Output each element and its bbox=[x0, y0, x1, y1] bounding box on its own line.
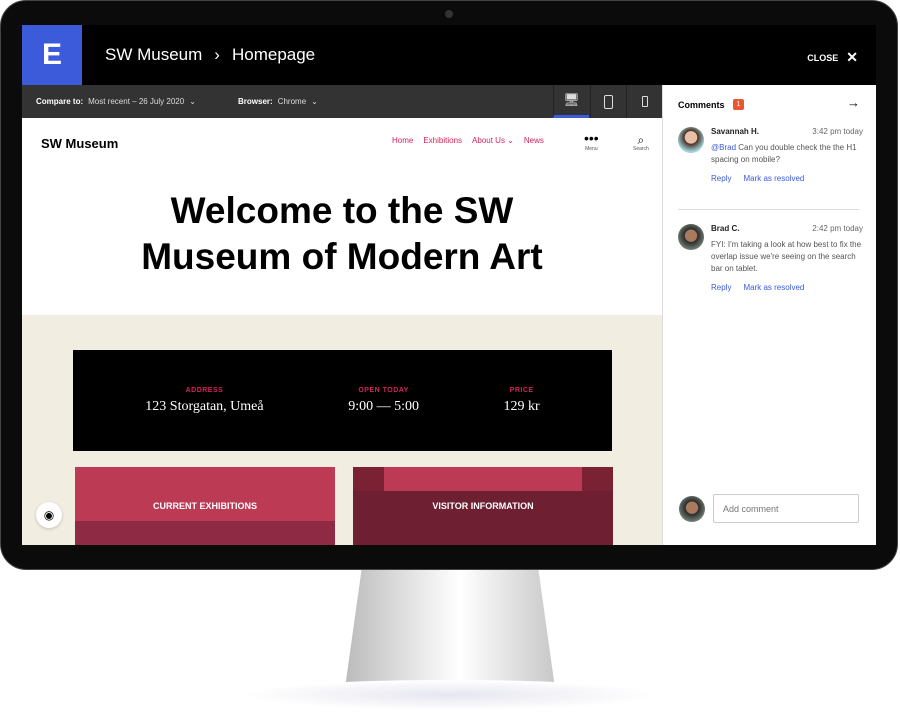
heading-line: Museum of Modern Art bbox=[141, 236, 543, 277]
compare-value: Most recent – 26 July 2020 bbox=[88, 97, 185, 106]
arrow-right-icon[interactable]: → bbox=[847, 95, 860, 110]
breadcrumb: SW Museum › Homepage bbox=[105, 45, 315, 65]
info-value: 129 kr bbox=[503, 398, 540, 414]
info-price: PRICE 129 kr bbox=[504, 387, 540, 415]
site-preview: SW Museum Home Exhibitions About Us ⌄ Ne… bbox=[22, 118, 662, 545]
page-heading: Welcome to the SW Museum of Modern Art bbox=[22, 188, 662, 280]
app-logo[interactable]: E bbox=[22, 25, 82, 85]
browser-dropdown[interactable]: Browser: Chrome ⌄ bbox=[238, 97, 318, 106]
info-value: 123 Storgatan, Umeå bbox=[145, 398, 264, 414]
desktop-view-button[interactable]: 🖥︎ bbox=[553, 85, 589, 118]
resolve-button[interactable]: Mark as resolved bbox=[743, 174, 804, 183]
monitor-base bbox=[240, 680, 660, 710]
info-banner: ADDRESS 123 Storgatan, Umeå OPEN TODAY 9:0… bbox=[73, 350, 612, 451]
nav-exhibitions[interactable]: Exhibitions bbox=[423, 136, 462, 145]
chevron-down-icon: ⌄ bbox=[189, 97, 196, 106]
comment-time: 3:42 pm today bbox=[812, 127, 863, 136]
resolve-button[interactable]: Mark as resolved bbox=[743, 283, 804, 292]
info-label: OPEN TODAY bbox=[358, 386, 409, 394]
reply-button[interactable]: Reply bbox=[711, 283, 731, 292]
site-nav: Home Exhibitions About Us ⌄ News bbox=[392, 136, 544, 145]
comments-header: Comments 1 bbox=[678, 99, 745, 110]
divider bbox=[678, 209, 859, 210]
nav-news[interactable]: News bbox=[524, 136, 544, 145]
mobile-icon bbox=[641, 96, 648, 107]
more-icon: ••• bbox=[584, 130, 599, 146]
comments-panel: Comments 1 → Savannah H. 3:42 pm today @… bbox=[662, 85, 876, 545]
mention[interactable]: @Brad bbox=[711, 143, 736, 152]
avatar bbox=[678, 127, 704, 153]
nav-home[interactable]: Home bbox=[392, 136, 413, 145]
info-value: 9:00 — 5:00 bbox=[348, 398, 419, 414]
info-hours: OPEN TODAY 9:00 — 5:00 bbox=[348, 387, 419, 415]
comment-time: 2:42 pm today bbox=[812, 224, 863, 233]
eye-icon[interactable]: ◉ bbox=[36, 502, 62, 528]
browser-label: Browser: bbox=[238, 97, 273, 106]
info-address: ADDRESS 123 Storgatan, Umeå bbox=[145, 387, 263, 415]
search-button[interactable]: ⌕ Search bbox=[633, 134, 649, 152]
desktop-icon: 🖥︎ bbox=[563, 92, 580, 107]
chevron-down-icon: ⌄ bbox=[311, 97, 318, 106]
search-label: Search bbox=[633, 146, 649, 152]
menu-label: Menu bbox=[585, 146, 598, 152]
nav-about-us[interactable]: About Us ⌄ bbox=[472, 136, 514, 145]
browser-value: Chrome bbox=[277, 97, 307, 106]
reply-button[interactable]: Reply bbox=[711, 174, 731, 183]
search-icon: ⌕ bbox=[637, 133, 645, 147]
top-bar: E SW Museum › Homepage CLOSE ✕ bbox=[22, 25, 876, 85]
avatar bbox=[678, 224, 704, 250]
monitor-stand bbox=[345, 568, 555, 688]
comments-title: Comments bbox=[678, 99, 725, 110]
close-button[interactable]: CLOSE ✕ bbox=[807, 49, 858, 66]
add-comment-input[interactable] bbox=[713, 494, 859, 523]
close-icon: ✕ bbox=[846, 49, 858, 65]
comment-text: FYI: I'm taking a look at how best to fi… bbox=[711, 240, 862, 273]
mobile-view-button[interactable] bbox=[626, 85, 662, 118]
site-title[interactable]: SW Museum bbox=[41, 136, 118, 151]
comment: Savannah H. 3:42 pm today @Brad Can you … bbox=[678, 127, 863, 183]
comment-body: @Brad Can you double check the the H1 sp… bbox=[678, 142, 863, 166]
compare-label: Compare to: bbox=[36, 97, 84, 106]
screen: E SW Museum › Homepage CLOSE ✕ Compare to… bbox=[22, 25, 876, 545]
current-user-avatar bbox=[679, 496, 705, 522]
comments-count-badge: 1 bbox=[732, 99, 745, 110]
nav-about-label: About Us bbox=[472, 136, 505, 145]
comment: Brad C. 2:42 pm today FYI: I'm taking a … bbox=[678, 224, 863, 292]
card-label: CURRENT EXHIBITIONS bbox=[152, 501, 257, 511]
tablet-icon bbox=[604, 94, 613, 109]
close-label: CLOSE bbox=[807, 52, 839, 63]
site-header: SW Museum Home Exhibitions About Us ⌄ Ne… bbox=[22, 118, 662, 315]
card-current-exhibitions[interactable]: CURRENT EXHIBITIONS bbox=[75, 467, 335, 545]
breadcrumb-site[interactable]: SW Museum bbox=[105, 45, 202, 65]
card-visitor-information[interactable]: VISITOR INFORMATION bbox=[353, 467, 613, 545]
breadcrumb-page: Homepage bbox=[231, 45, 316, 64]
camera bbox=[445, 10, 453, 18]
compare-dropdown[interactable]: Compare to: Most recent – 26 July 2020 ⌄ bbox=[36, 97, 196, 106]
chevron-right-icon: › bbox=[214, 45, 220, 64]
tablet-view-button[interactable] bbox=[590, 85, 626, 118]
heading-line: Welcome to the SW bbox=[170, 190, 514, 231]
compare-toolbar: Compare to: Most recent – 26 July 2020 ⌄ B… bbox=[22, 85, 662, 118]
info-label: PRICE bbox=[509, 386, 534, 394]
menu-button[interactable]: ••• Menu bbox=[584, 130, 599, 152]
card-label: VISITOR INFORMATION bbox=[432, 501, 534, 511]
info-label: ADDRESS bbox=[185, 386, 224, 394]
